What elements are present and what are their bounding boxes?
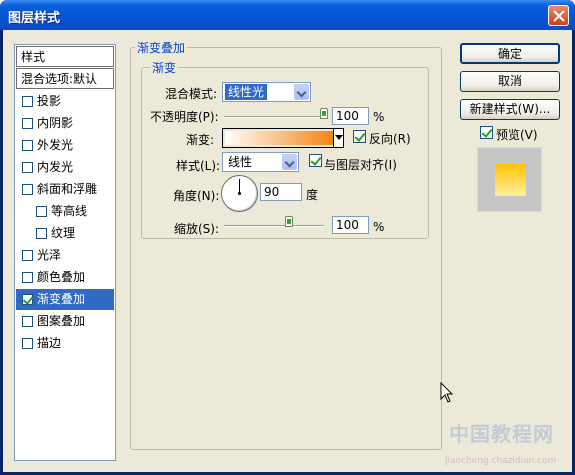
sidebar-item-checkbox[interactable] [22, 316, 33, 327]
scale-slider-thumb[interactable] [285, 216, 293, 227]
gradient-overlay-title: 渐变叠加 [135, 39, 188, 56]
sidebar-item-label: 描边 [37, 336, 62, 350]
style-list-header[interactable]: 样式 [16, 46, 114, 67]
watermark-logo: 中国教程网 [449, 422, 554, 446]
style-list: 样式 混合选项:默认 投影内阴影外发光内发光斜面和浮雕等高线纹理光泽颜色叠加渐变… [14, 44, 116, 461]
chevron-down-icon[interactable] [282, 154, 297, 170]
reverse-label: 反向(R) [369, 132, 411, 146]
watermark-url: jiaocheng.chazidian.com [445, 456, 557, 466]
scale-input[interactable]: 100 [332, 216, 369, 234]
sidebar-item-label: 内发光 [37, 160, 74, 174]
title-bar[interactable]: 图层样式 [0, 0, 575, 30]
align-with-layer-label: 与图层对齐(I) [324, 158, 397, 172]
style-select[interactable]: 线性 [222, 152, 299, 172]
chevron-down-icon[interactable] [294, 84, 309, 100]
window-title: 图层样式 [8, 11, 61, 26]
blend-mode-select[interactable]: 线性光 [222, 82, 311, 102]
sidebar-item-checkbox[interactable] [22, 272, 33, 283]
opacity-slider-thumb[interactable] [320, 108, 328, 119]
sidebar-item-checkbox[interactable] [22, 294, 33, 305]
opacity-unit: % [373, 110, 385, 124]
close-icon [553, 10, 565, 22]
sidebar-item[interactable]: 投影 [16, 91, 114, 112]
sidebar-item-checkbox[interactable] [22, 162, 33, 173]
opacity-label: 不透明度(P): [150, 110, 219, 124]
style-value: 线性 [228, 155, 253, 169]
sidebar-item-label: 渐变叠加 [37, 292, 86, 306]
sidebar-item-checkbox[interactable] [22, 96, 33, 107]
sidebar-item-label: 斜面和浮雕 [37, 182, 98, 196]
sidebar-item[interactable]: 等高线 [16, 201, 114, 222]
sidebar-item[interactable]: 渐变叠加 [16, 289, 114, 310]
sidebar-item-label: 等高线 [51, 204, 88, 218]
sidebar-item-label: 外发光 [37, 138, 74, 152]
opacity-input[interactable]: 100 [332, 107, 369, 125]
sidebar-item[interactable]: 内发光 [16, 157, 114, 178]
sidebar-item-label: 图案叠加 [37, 314, 86, 328]
dialog-body: 样式 混合选项:默认 投影 内阴影 外发光 内发光 斜面和浮雕 等高线 纹理 光泽 颜色叠加 渐变… [3, 30, 572, 472]
sidebar-item-checkbox[interactable] [22, 118, 33, 129]
align-with-layer-checkbox[interactable] [309, 154, 322, 167]
ok-button[interactable]: 确定 [460, 43, 560, 64]
sidebar-item-label: 投影 [37, 94, 62, 108]
angle-dial[interactable] [221, 175, 258, 212]
preview-checkbox[interactable] [480, 126, 493, 139]
sidebar-item[interactable]: 纹理 [16, 223, 114, 244]
preview-swatch [495, 164, 526, 196]
scale-unit: % [373, 220, 385, 234]
scale-label: 缩放(S): [174, 222, 220, 236]
gradient-dropdown-button[interactable] [333, 128, 344, 148]
blend-mode-value: 线性光 [225, 84, 268, 100]
blend-mode-label: 混合模式: [165, 87, 218, 101]
dialog-window: 图层样式 样式 混合选项:默认 投影内阴影外发光内发光斜面和浮雕等高线纹理光泽颜… [0, 0, 575, 475]
sidebar-item-checkbox[interactable] [22, 250, 33, 261]
sidebar-item-checkbox[interactable] [22, 140, 33, 151]
angle-dial-center [238, 192, 241, 195]
angle-label: 角度(N): [173, 189, 220, 203]
scale-slider-track[interactable] [224, 225, 324, 227]
sidebar-item[interactable]: 图案叠加 [16, 311, 114, 332]
sidebar-item[interactable]: 内阴影 [16, 113, 114, 134]
gradient-subgroup-title: 渐变 [150, 59, 179, 76]
close-button[interactable] [548, 5, 569, 26]
preview-thumbnail [477, 147, 542, 212]
sidebar-item-label: 内阴影 [37, 116, 74, 130]
angle-input[interactable]: 90 [260, 183, 302, 201]
sidebar-item[interactable]: 描边 [16, 333, 114, 354]
sidebar-item[interactable]: 光泽 [16, 245, 114, 266]
triangle-down-icon [335, 135, 343, 140]
sidebar-item-checkbox[interactable] [22, 184, 33, 195]
sidebar-item[interactable]: 外发光 [16, 135, 114, 156]
gradient-picker[interactable] [222, 128, 344, 148]
sidebar-item-label: 纹理 [51, 226, 76, 240]
sidebar-item[interactable]: 颜色叠加 [16, 267, 114, 288]
reverse-checkbox[interactable] [353, 130, 366, 143]
sidebar-item-checkbox[interactable] [36, 206, 47, 217]
preview-label: 预览(V) [496, 128, 538, 142]
gradient-label: 渐变: [186, 133, 215, 147]
style-label: 样式(L): [176, 159, 221, 173]
sidebar-item-label: 颜色叠加 [37, 270, 86, 284]
opacity-slider-track[interactable] [224, 116, 326, 118]
sidebar-item-label: 光泽 [37, 248, 62, 262]
angle-unit: 度 [306, 188, 319, 202]
cancel-button[interactable]: 取消 [460, 71, 560, 92]
sidebar-item-checkbox[interactable] [36, 228, 47, 239]
mouse-cursor-icon [440, 382, 454, 403]
new-style-button[interactable]: 新建样式(W)... [460, 99, 560, 120]
blend-options-default[interactable]: 混合选项:默认 [16, 68, 114, 89]
sidebar-item-checkbox[interactable] [22, 338, 33, 349]
sidebar-item[interactable]: 斜面和浮雕 [16, 179, 114, 200]
